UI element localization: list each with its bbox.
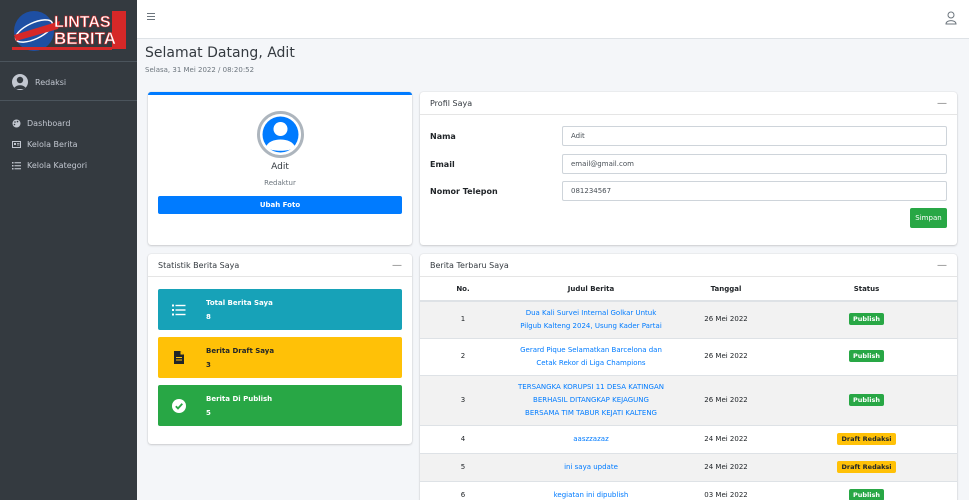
news-title-link[interactable]: aaszzazaz: [573, 435, 609, 443]
list-icon: [12, 161, 21, 170]
stat-value: 8: [206, 312, 211, 321]
status-badge: Draft Redaksi: [837, 432, 896, 445]
status-badge: Publish: [849, 313, 884, 326]
column-header: Judul Berita: [506, 277, 676, 302]
sidebar-item-dashboard[interactable]: Dashboard: [0, 113, 137, 134]
list-icon: [169, 300, 189, 320]
file-icon: [169, 348, 189, 368]
stat-label: Berita Di Publish: [206, 394, 273, 403]
row-date: 24 Mei 2022: [676, 424, 776, 453]
card-title: Berita Terbaru Saya: [430, 260, 509, 270]
card-title: Profil Saya: [430, 98, 473, 108]
row-number: 3: [420, 374, 506, 425]
stat-box-total: Total Berita Saya 8: [158, 289, 402, 330]
card-title: Statistik Berita Saya: [158, 260, 240, 270]
form-row-telepon: Nomor Telepon 081234567: [430, 181, 947, 201]
form-row-nama: Nama Adit: [430, 126, 947, 146]
user-avatar-icon: [12, 74, 28, 90]
column-header: Status: [776, 277, 957, 302]
row-number: 6: [420, 480, 506, 500]
profile-name: Adit: [271, 162, 289, 172]
stat-value: 5: [206, 408, 211, 417]
berita-terbaru-card: Berita Terbaru Saya — No. Judul Berita T…: [420, 254, 957, 500]
telepon-field[interactable]: 081234567: [562, 181, 947, 201]
palette-icon: [12, 119, 21, 128]
row-date: 24 Mei 2022: [676, 452, 776, 481]
user-panel[interactable]: Redaksi: [0, 62, 137, 101]
profile-card: Adit Redaktur Ubah Foto: [148, 92, 412, 245]
news-title-link[interactable]: Gerard Pique Selamatkan Barcelona dan Ce…: [520, 346, 662, 367]
nama-field[interactable]: Adit: [562, 126, 947, 146]
column-header: No.: [420, 277, 506, 302]
news-title-link[interactable]: kegiatan ini dipublish: [554, 491, 629, 499]
profil-saya-card: Profil Saya — Nama Adit Email email@gmai…: [420, 92, 957, 245]
sidebar: LINTAS BERITA Redaksi Dashboard Kelola B…: [0, 0, 137, 500]
table-row: 4 aaszzazaz 24 Mei 2022 Draft Redaksi: [420, 424, 957, 453]
table-row: 5 ini saya update 24 Mei 2022 Draft Reda…: [420, 452, 957, 481]
profile-role: Redaktur: [264, 179, 296, 187]
page-title: Selamat Datang, Adit: [145, 45, 295, 61]
row-date: 03 Mei 2022: [676, 480, 776, 500]
collapse-button[interactable]: —: [937, 260, 947, 271]
email-label: Email: [430, 159, 455, 169]
statistik-card: Statistik Berita Saya — Total Berita Say…: [148, 254, 412, 444]
row-number: 5: [420, 452, 506, 481]
logo-text-2: BERITA: [54, 29, 116, 48]
stat-box-draft: Berita Draft Saya 3: [158, 337, 402, 378]
table-row: 3 TERSANGKA KORUPSI 11 DESA KATINGAN BER…: [420, 374, 957, 425]
sidebar-item-kelola-berita[interactable]: Kelola Berita: [0, 134, 137, 155]
row-date: 26 Mei 2022: [676, 337, 776, 375]
news-title-link[interactable]: Dua Kali Survei Internal Golkar Untuk Pi…: [520, 309, 662, 330]
table-row: 6 kegiatan ini dipublish 03 Mei 2022 Pub…: [420, 480, 957, 500]
table-row: 2 Gerard Pique Selamatkan Barcelona dan …: [420, 337, 957, 375]
row-number: 2: [420, 337, 506, 375]
row-number: 4: [420, 424, 506, 453]
stat-label: Total Berita Saya: [206, 298, 273, 307]
card-header: Berita Terbaru Saya —: [420, 254, 957, 277]
stat-label: Berita Draft Saya: [206, 346, 275, 355]
news-title-link[interactable]: ini saya update: [564, 463, 618, 471]
card-header: Statistik Berita Saya —: [148, 254, 412, 277]
row-number: 1: [420, 300, 506, 338]
collapse-button[interactable]: —: [392, 260, 402, 271]
row-date: 26 Mei 2022: [676, 300, 776, 338]
sidebar-item-label: Kelola Kategori: [27, 161, 88, 170]
table-row: 1 Dua Kali Survei Internal Golkar Untuk …: [420, 300, 957, 338]
newspaper-icon: [12, 140, 21, 149]
status-badge: Publish: [849, 350, 884, 362]
column-header: Tanggal: [676, 277, 776, 302]
sidebar-nav: Dashboard Kelola Berita Kelola Kategori: [0, 101, 137, 176]
status-badge: Draft Redaksi: [837, 460, 896, 473]
nama-label: Nama: [430, 131, 456, 141]
collapse-button[interactable]: —: [937, 98, 947, 109]
card-header: Profil Saya —: [420, 92, 957, 115]
check-circle-icon: [169, 396, 189, 416]
email-field[interactable]: email@gmail.com: [562, 154, 947, 174]
stat-box-publish: Berita Di Publish 5: [158, 385, 402, 426]
lintas-berita-logo[interactable]: LINTAS BERITA: [8, 7, 130, 55]
sidebar-item-label: Kelola Berita: [27, 140, 78, 149]
stat-value: 3: [206, 360, 211, 369]
sidebar-item-label: Dashboard: [27, 119, 71, 128]
sidebar-item-kelola-kategori[interactable]: Kelola Kategori: [0, 155, 137, 176]
change-photo-button[interactable]: Ubah Foto: [158, 196, 402, 214]
hamburger-menu-icon[interactable]: [147, 13, 155, 23]
save-button[interactable]: Simpan: [910, 208, 947, 228]
brand[interactable]: LINTAS BERITA: [0, 0, 137, 62]
top-navbar: [137, 0, 969, 39]
profile-avatar-icon: [257, 111, 304, 158]
status-badge: Publish: [849, 393, 884, 406]
telepon-label: Nomor Telepon: [430, 186, 498, 196]
form-row-email: Email email@gmail.com: [430, 154, 947, 174]
page-datetime: Selasa, 31 Mei 2022 / 08:20:52: [145, 66, 255, 74]
news-title-link[interactable]: TERSANGKA KORUPSI 11 DESA KATINGAN BERHA…: [518, 383, 664, 417]
news-table: No. Judul Berita Tanggal Status 1 Dua Ka…: [420, 277, 957, 500]
user-name[interactable]: Redaksi: [35, 78, 66, 87]
user-account-icon[interactable]: [945, 11, 957, 25]
status-badge: Publish: [849, 488, 884, 500]
row-date: 26 Mei 2022: [676, 374, 776, 425]
